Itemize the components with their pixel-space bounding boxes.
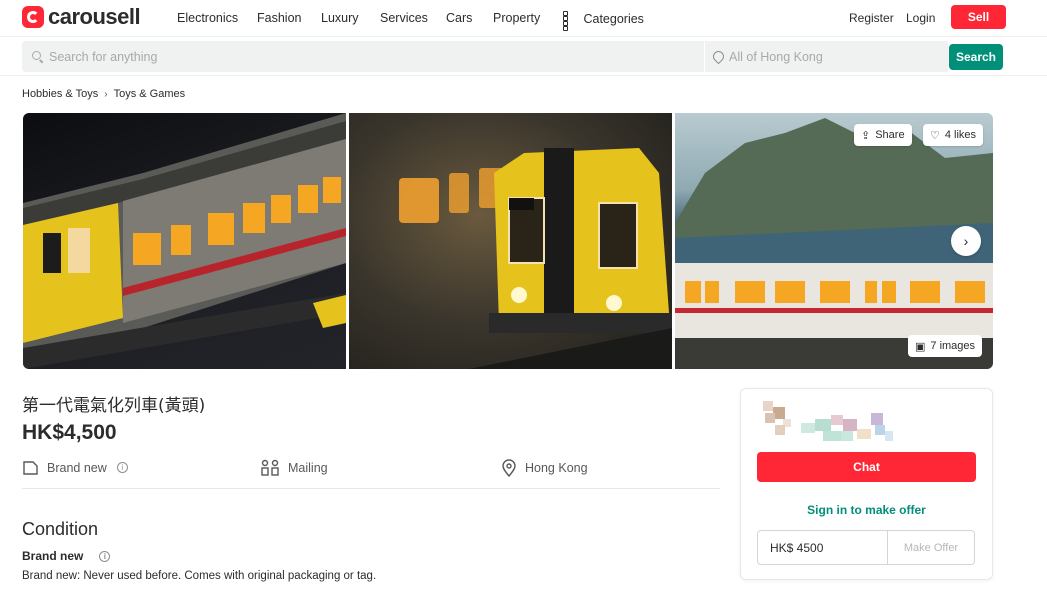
info-icon[interactable]: i <box>116 462 128 473</box>
heart-icon: ♡ <box>930 129 940 142</box>
logo-text: carousell <box>48 4 141 29</box>
like-button[interactable]: ♡ 4 likes <box>923 124 984 146</box>
share-label: Share <box>875 129 905 141</box>
chat-button[interactable]: Chat <box>757 452 976 482</box>
share-icon: ⇪ <box>861 129 871 142</box>
search-input[interactable] <box>49 49 654 64</box>
listing-price: HK$4,500 <box>22 421 117 444</box>
chevron-right-icon: › <box>104 88 108 100</box>
breadcrumb-hobbies-toys[interactable]: Hobbies & Toys <box>22 88 98 100</box>
search-field[interactable] <box>22 41 704 72</box>
image-icon: ▣ <box>915 340 926 353</box>
carousell-logo-icon <box>22 6 44 28</box>
location-attribute: Hong Kong <box>501 459 588 477</box>
condition-value-row: Brand new i <box>22 549 111 563</box>
register-link[interactable]: Register <box>849 11 894 25</box>
view-all-images-button[interactable]: ▣ 7 images <box>908 335 983 357</box>
search-icon <box>32 51 43 62</box>
chevron-right-icon: › <box>963 233 969 249</box>
nav-link-fashion[interactable]: Fashion <box>257 11 301 25</box>
condition-heading: Condition <box>22 519 99 539</box>
nav-link-services[interactable]: Services <box>380 11 428 25</box>
sell-button[interactable]: Sell <box>951 5 1006 29</box>
offer-amount-input[interactable]: HK$ 4500 <box>757 530 888 565</box>
listing-photo-1[interactable] <box>23 113 346 369</box>
condition-attribute: Brand new i <box>22 459 128 476</box>
next-photo-button[interactable]: › <box>951 226 981 256</box>
share-button[interactable]: ⇪ Share <box>854 124 912 146</box>
condition-value: Brand new <box>22 549 84 563</box>
nav-link-categories[interactable]: Categories <box>563 11 644 31</box>
breadcrumb: Hobbies & Toys › Toys & Games <box>22 88 185 100</box>
sign-in-to-offer-link[interactable]: Sign in to make offer <box>741 503 992 517</box>
carousell-logo[interactable]: carousell <box>22 4 141 29</box>
likes-count: 4 likes <box>944 129 977 141</box>
location-attribute-label: Hong Kong <box>525 461 588 475</box>
location-field[interactable] <box>705 41 948 72</box>
delivery-attribute-label: Mailing <box>288 460 328 475</box>
grid-icon <box>563 11 575 31</box>
categories-label: Categories <box>583 12 644 26</box>
make-offer-button[interactable]: Make Offer <box>888 530 975 565</box>
photo-gallery: ⇪ Share ♡ 4 likes › ▣ 7 images <box>23 113 993 369</box>
condition-attribute-label: Brand new <box>47 460 107 475</box>
tag-icon <box>23 461 38 475</box>
top-navigation: carousell Electronics Fashion Luxury Ser… <box>0 0 1047 36</box>
search-bar: Search <box>0 36 1047 76</box>
delivery-attribute: Mailing <box>260 459 328 476</box>
location-input[interactable] <box>729 49 941 64</box>
breadcrumb-toys-games[interactable]: Toys & Games <box>114 88 186 100</box>
nav-link-luxury[interactable]: Luxury <box>321 11 359 25</box>
images-count: 7 images <box>930 340 976 352</box>
search-button[interactable]: Search <box>949 44 1003 70</box>
listing-photo-3[interactable]: ⇪ Share ♡ 4 likes › ▣ 7 images <box>675 113 993 369</box>
info-icon[interactable]: i <box>99 550 111 562</box>
nav-link-cars[interactable]: Cars <box>446 11 472 25</box>
seller-card: Chat Sign in to make offer HK$ 4500 Make… <box>740 388 993 580</box>
location-pin-icon <box>713 51 723 63</box>
mailing-icon <box>261 459 279 476</box>
listing-title: 第一代電氣化列車(黃頭) <box>22 396 206 416</box>
nav-link-property[interactable]: Property <box>493 11 540 25</box>
listing-attributes: Brand new i Mailing Hong Kong <box>22 457 720 489</box>
nav-link-electronics[interactable]: Electronics <box>177 11 238 25</box>
listing-photo-2[interactable] <box>349 113 672 369</box>
location-pin-icon <box>502 459 516 477</box>
condition-description: Brand new: Never used before. Comes with… <box>22 570 377 582</box>
seller-profile-blurred[interactable] <box>753 401 913 443</box>
login-link[interactable]: Login <box>906 11 935 25</box>
